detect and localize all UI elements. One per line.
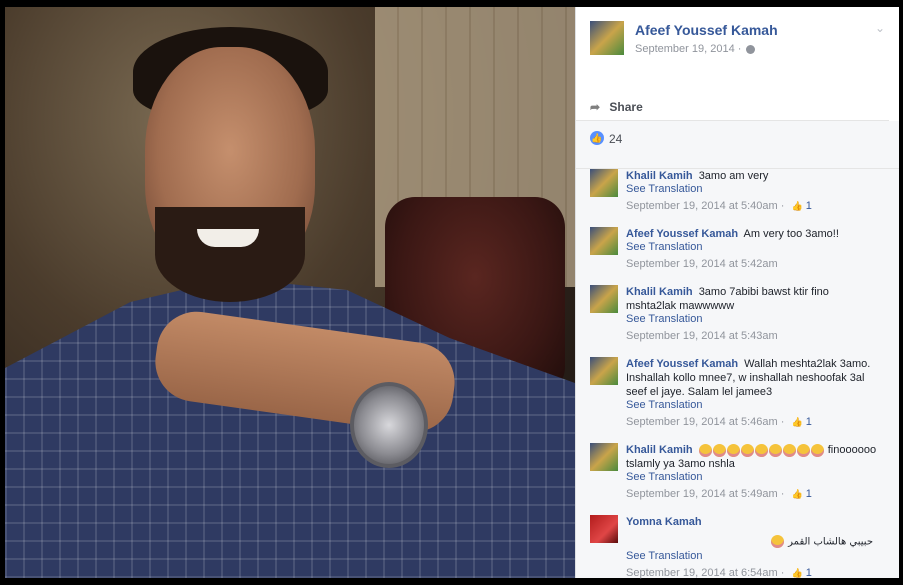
comment-like-count[interactable]: 1: [806, 200, 812, 212]
comment-avatar[interactable]: [590, 169, 618, 197]
see-translation-link[interactable]: See Translation: [626, 241, 899, 253]
comment-text: 3amo am very: [698, 170, 769, 182]
heart-eyes-emoji-icon: [768, 443, 782, 457]
comment-author[interactable]: Yomna Kamah: [626, 516, 702, 528]
comment-author[interactable]: Khalil Kamih: [626, 286, 693, 298]
comment-author[interactable]: Afeef Youssef Kamah: [626, 228, 738, 240]
comment-text: حبيبي هالشاب القمر: [626, 535, 881, 550]
comment-like-count[interactable]: 1: [806, 416, 812, 428]
comment: Yomna Kamah حبيبي هالشاب القمر See Trans…: [590, 515, 899, 579]
photo-watch: [350, 382, 428, 468]
heart-eyes-emoji-icon: [782, 443, 796, 457]
comment-body: Khalil Kamih finoooooo tslamly ya 3amo n…: [626, 443, 881, 471]
comment-like-count[interactable]: 1: [806, 488, 812, 500]
like-icon: 👍: [791, 567, 803, 578]
see-translation-link[interactable]: See Translation: [626, 471, 899, 483]
comment-time[interactable]: September 19, 2014 at 5:49am ·: [626, 488, 784, 500]
like-icon[interactable]: 👍: [590, 131, 604, 145]
heart-eyes-emoji-icon: [740, 443, 754, 457]
see-translation-link[interactable]: See Translation: [626, 313, 899, 325]
share-button[interactable]: ➦ Share: [590, 100, 643, 114]
chevron-down-icon[interactable]: ⌄: [875, 21, 885, 35]
comment-meta: September 19, 2014 at 6:54am · 👍 1: [626, 567, 899, 579]
comment-avatar[interactable]: [590, 443, 618, 471]
comment-body: Yomna Kamah حبيبي هالشاب القمر: [626, 515, 881, 550]
comment: Khalil Kamih 3amo am very See Translatio…: [590, 169, 899, 212]
comment-like-count[interactable]: 1: [806, 567, 812, 579]
photo-smile: [197, 229, 259, 247]
post-header: Afeef Youssef Kamah September 19, 2014 ·…: [576, 7, 889, 121]
comment-avatar[interactable]: [590, 227, 618, 255]
see-translation-link[interactable]: See Translation: [626, 183, 899, 195]
comments-list: Khalil Kamih 3amo am very See Translatio…: [576, 169, 899, 579]
like-icon: 👍: [791, 489, 803, 499]
comment-body: Afeef Youssef Kamah Wallah meshta2lak 3a…: [626, 357, 881, 399]
comment-time[interactable]: September 19, 2014 at 5:42am: [626, 258, 778, 270]
comment-text-arabic: حبيبي هالشاب القمر: [788, 536, 873, 548]
heart-eyes-emoji-icon: [754, 443, 768, 457]
comment: Khalil Kamih 3amo 7abibi bawst ktir fino…: [590, 285, 899, 342]
share-label: Share: [609, 100, 643, 114]
comment: Khalil Kamih finoooooo tslamly ya 3amo n…: [590, 443, 899, 500]
heart-eyes-emoji-icon: [726, 443, 740, 457]
comment-avatar[interactable]: [590, 357, 618, 385]
photo[interactable]: [5, 7, 575, 578]
comment-time[interactable]: September 19, 2014 at 5:46am ·: [626, 416, 784, 428]
like-count[interactable]: 24: [609, 132, 622, 146]
comment-meta: September 19, 2014 at 5:42am: [626, 258, 899, 270]
share-icon: ➦: [590, 100, 601, 114]
comment-meta: September 19, 2014 at 5:40am · 👍 1: [626, 200, 899, 212]
comment-meta: September 19, 2014 at 5:49am · 👍 1: [626, 488, 899, 500]
post-date-text[interactable]: September 19, 2014 ·: [635, 43, 741, 55]
post-author[interactable]: Afeef Youssef Kamah: [635, 22, 778, 38]
comment-body: Khalil Kamih 3amo 7abibi bawst ktir fino…: [626, 285, 881, 313]
like-icon: 👍: [791, 201, 803, 211]
comment-time[interactable]: September 19, 2014 at 5:40am ·: [626, 200, 784, 212]
post-date[interactable]: September 19, 2014 ·: [635, 43, 756, 55]
comment-body: Khalil Kamih 3amo am very: [626, 169, 881, 183]
comment-avatar[interactable]: [590, 285, 618, 313]
comment-text: Am very too 3amo!!: [743, 228, 839, 240]
comment-author[interactable]: Khalil Kamih: [626, 444, 693, 456]
comment-author[interactable]: Khalil Kamih: [626, 170, 693, 182]
kiss-emoji-icon: [770, 535, 784, 548]
heart-eyes-emoji-icon: [712, 443, 726, 457]
reactions-bar: 👍 24: [576, 121, 899, 169]
comment: Afeef Youssef Kamah Am very too 3amo!! S…: [590, 227, 899, 270]
comment-meta: September 19, 2014 at 5:43am: [626, 330, 899, 342]
author-avatar[interactable]: [590, 21, 624, 55]
photo-beard: [155, 207, 305, 302]
globe-icon: [746, 44, 756, 54]
post-sidebar: Afeef Youssef Kamah September 19, 2014 ·…: [575, 7, 899, 579]
comment-avatar[interactable]: [590, 515, 618, 543]
comment-body: Afeef Youssef Kamah Am very too 3amo!!: [626, 227, 881, 241]
heart-eyes-emoji-icon: [698, 443, 712, 457]
comment-meta: September 19, 2014 at 5:46am · 👍 1: [626, 416, 899, 428]
comment-time[interactable]: September 19, 2014 at 5:43am: [626, 330, 778, 342]
comment: Afeef Youssef Kamah Wallah meshta2lak 3a…: [590, 357, 899, 428]
like-icon: 👍: [791, 417, 803, 427]
heart-eyes-emoji-icon: [796, 443, 810, 457]
see-translation-link[interactable]: See Translation: [626, 550, 899, 562]
see-translation-link[interactable]: See Translation: [626, 399, 899, 411]
heart-eyes-emoji-icon: [810, 443, 824, 457]
comment-time[interactable]: September 19, 2014 at 6:54am ·: [626, 567, 784, 579]
comment-author[interactable]: Afeef Youssef Kamah: [626, 358, 738, 370]
